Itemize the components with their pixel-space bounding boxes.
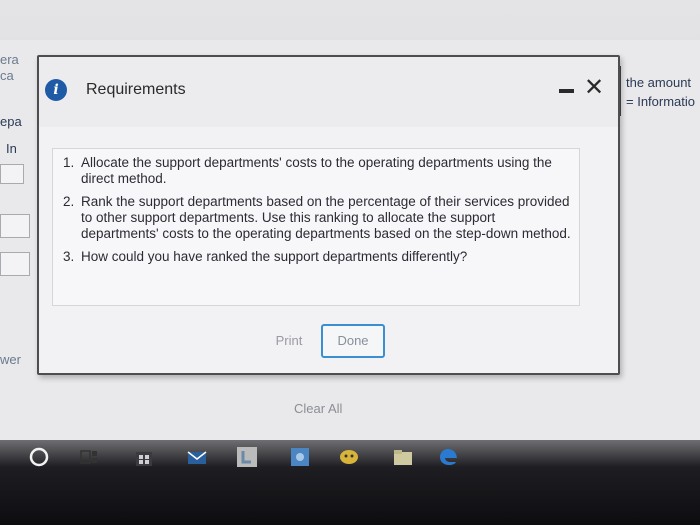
requirement-item-3: 3. How could you have ranked the support… xyxy=(63,249,571,265)
info-icon: i xyxy=(45,79,67,101)
requirement-number: 3. xyxy=(63,249,75,264)
bg-fragment-2: ca xyxy=(0,68,14,83)
requirement-text: Rank the support departments based on th… xyxy=(81,194,571,241)
requirement-number: 1. xyxy=(63,155,75,170)
clear-all-button[interactable]: Clear All xyxy=(294,401,342,416)
mail-icon[interactable] xyxy=(186,446,208,468)
task-view-icon[interactable] xyxy=(78,446,100,468)
requirements-dialog: i Requirements ✕ 1. Allocate the support… xyxy=(37,55,620,375)
bg-input-2[interactable] xyxy=(0,214,30,238)
bg-fragment-4: In xyxy=(6,141,17,156)
requirement-item-1: 1. Allocate the support departments' cos… xyxy=(63,155,571,187)
photo-icon[interactable] xyxy=(289,446,311,468)
bg-right-text-1: the amount xyxy=(626,75,692,90)
store-icon[interactable] xyxy=(133,446,155,468)
print-button[interactable]: Print xyxy=(268,329,310,353)
search-circle-icon[interactable] xyxy=(28,446,50,468)
requirements-list: 1. Allocate the support departments' cos… xyxy=(53,149,579,265)
requirement-text: How could you have ranked the support de… xyxy=(81,249,468,264)
bg-fragment-1: era xyxy=(0,52,19,67)
bg-fragment-5: wer xyxy=(0,352,21,367)
bg-fragment-3: epa xyxy=(0,114,22,129)
bg-input-1[interactable] xyxy=(0,164,24,184)
requirement-item-2: 2. Rank the support departments based on… xyxy=(63,194,571,242)
requirement-text: Allocate the support departments' costs … xyxy=(81,155,552,186)
edge-icon[interactable] xyxy=(438,446,460,468)
taskbar xyxy=(0,436,700,482)
messenger-icon[interactable] xyxy=(338,446,360,468)
requirements-content: 1. Allocate the support departments' cos… xyxy=(52,148,580,306)
dialog-title: Requirements xyxy=(86,81,186,98)
minimize-button[interactable] xyxy=(555,79,579,101)
files-icon[interactable] xyxy=(392,446,414,468)
close-button[interactable]: ✕ xyxy=(582,75,606,101)
bg-right-text-2: = Informatio xyxy=(626,94,696,109)
requirement-number: 2. xyxy=(63,194,75,209)
done-button[interactable]: Done xyxy=(321,324,385,358)
bg-input-3[interactable] xyxy=(0,252,30,276)
launcher-l-icon[interactable] xyxy=(236,446,258,468)
dialog-header: i Requirements ✕ xyxy=(39,57,618,127)
